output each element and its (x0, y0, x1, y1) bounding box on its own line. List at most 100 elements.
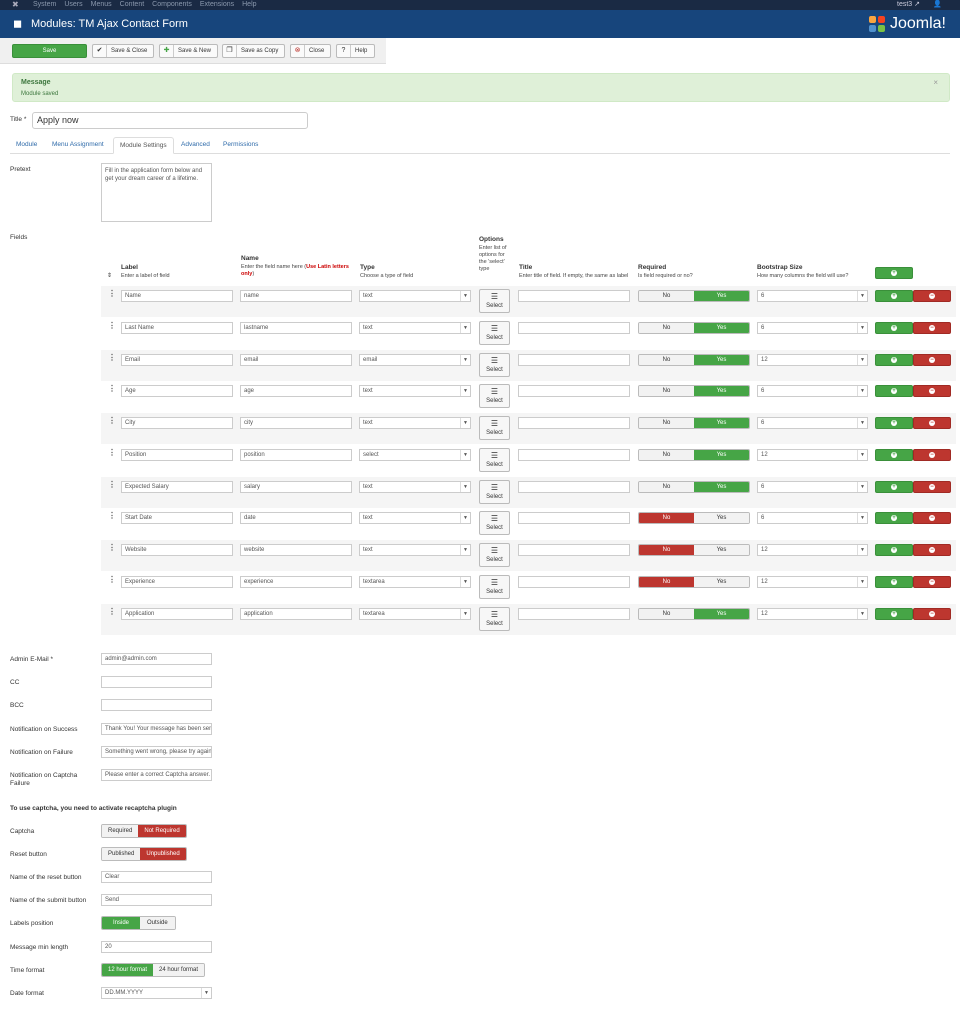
required-yes-option[interactable]: Yes (694, 354, 749, 365)
add-row-button[interactable]: + (875, 290, 913, 302)
add-row-button[interactable]: + (875, 575, 913, 588)
required-yes-option[interactable]: Yes (694, 513, 749, 524)
field-type-select[interactable]: text ▼ (359, 290, 471, 302)
bootstrap-size-select[interactable]: 12 ▼ (757, 607, 868, 620)
bcc-input[interactable] (101, 699, 212, 711)
add-row-button[interactable]: + (875, 480, 913, 493)
add-row-button[interactable]: + (875, 607, 913, 620)
user-icon[interactable]: 👤 (933, 1, 942, 9)
field-type-select[interactable]: text ▼ (359, 417, 471, 429)
drag-handle-icon[interactable]: ⋮ (108, 290, 116, 298)
options-select-button[interactable]: ☰ Select (479, 606, 510, 631)
field-title-input[interactable] (518, 575, 630, 588)
time-24h-option[interactable]: 24 hour format (153, 964, 205, 976)
remove-row-button[interactable]: − (913, 512, 951, 525)
field-label-input[interactable]: Expected Salary (121, 480, 233, 493)
required-yes-option[interactable]: Yes (694, 608, 749, 619)
notify-captcha-input[interactable]: Please enter a correct Captcha answer. (101, 769, 212, 781)
required-yes-option[interactable]: Yes (694, 386, 749, 397)
field-label-input[interactable]: Experience (121, 575, 233, 588)
add-row-button[interactable]: + (875, 448, 913, 461)
drag-handle-icon[interactable]: ⋮ (108, 480, 116, 489)
remove-row-button[interactable]: − (913, 417, 951, 429)
add-row-button[interactable]: + (875, 353, 913, 366)
field-name-input[interactable]: city (240, 417, 352, 429)
field-label-input[interactable]: Application (121, 607, 233, 620)
bootstrap-size-select[interactable]: 6 ▼ (757, 417, 868, 429)
field-label-input[interactable]: City (121, 417, 233, 429)
field-title-input[interactable] (518, 480, 630, 493)
close-button[interactable]: ⊗ Close (290, 44, 331, 58)
field-name-input[interactable]: age (240, 385, 352, 398)
menu-components[interactable]: Components (152, 1, 192, 9)
bootstrap-size-select[interactable]: 12 ▼ (757, 353, 868, 366)
field-type-select[interactable]: select ▼ (359, 448, 471, 461)
drag-handle-icon[interactable]: ⋮ (108, 385, 116, 393)
menu-menus[interactable]: Menus (91, 1, 112, 9)
admin-email-input[interactable]: admin@admin.com (101, 653, 212, 665)
notify-success-input[interactable]: Thank You! Your message has been sent. (101, 723, 212, 735)
field-title-input[interactable] (518, 290, 630, 302)
field-title-input[interactable] (518, 321, 630, 334)
bootstrap-size-select[interactable]: 6 ▼ (757, 321, 868, 334)
tab-menu-assignment[interactable]: Menu Assignment (46, 137, 110, 154)
required-no-option[interactable]: No (639, 354, 694, 365)
remove-row-button[interactable]: − (913, 321, 951, 334)
field-title-input[interactable] (518, 448, 630, 461)
date-format-select[interactable]: DD.MM.YYYY ▼ (101, 987, 212, 999)
required-no-option[interactable]: No (639, 449, 694, 460)
field-label-input[interactable]: Last Name (121, 321, 233, 334)
required-yes-option[interactable]: Yes (694, 576, 749, 587)
remove-row-button[interactable]: − (913, 607, 951, 620)
required-no-option[interactable]: No (639, 291, 694, 301)
bootstrap-size-select[interactable]: 12 ▼ (757, 544, 868, 556)
field-name-input[interactable]: experience (240, 575, 352, 588)
joomla-menu-icon[interactable]: ✖ (12, 1, 19, 9)
field-label-input[interactable]: Name (121, 290, 233, 302)
bootstrap-size-select[interactable]: 6 ▼ (757, 385, 868, 398)
tab-module-settings[interactable]: Module Settings (113, 137, 174, 154)
field-type-select[interactable]: email ▼ (359, 353, 471, 366)
required-no-option[interactable]: No (639, 418, 694, 428)
save-button[interactable]: Save (12, 44, 87, 58)
required-no-option[interactable]: No (639, 386, 694, 397)
drag-handle-icon[interactable]: ⋮ (108, 512, 116, 520)
required-no-option[interactable]: No (639, 481, 694, 492)
labels-outside-option[interactable]: Outside (140, 917, 175, 929)
remove-row-button[interactable]: − (913, 290, 951, 302)
remove-row-button[interactable]: − (913, 448, 951, 461)
field-label-input[interactable]: Website (121, 544, 233, 556)
options-select-button[interactable]: ☰ Select (479, 320, 510, 345)
options-select-button[interactable]: ☰ Select (479, 416, 510, 440)
bootstrap-size-select[interactable]: 6 ▼ (757, 512, 868, 525)
field-name-input[interactable]: position (240, 448, 352, 461)
field-type-select[interactable]: text ▼ (359, 385, 471, 398)
menu-extensions[interactable]: Extensions (200, 1, 234, 9)
field-type-select[interactable]: textarea ▼ (359, 575, 471, 588)
field-type-select[interactable]: text ▼ (359, 321, 471, 334)
options-select-button[interactable]: ☰ Select (479, 447, 510, 472)
menu-content[interactable]: Content (120, 1, 145, 9)
add-field-button[interactable]: + (875, 267, 913, 279)
field-name-input[interactable]: email (240, 353, 352, 366)
remove-row-button[interactable]: − (913, 544, 951, 556)
reset-published-option[interactable]: Published (102, 848, 141, 860)
save-copy-button[interactable]: ❐ Save as Copy (222, 44, 285, 58)
field-name-input[interactable]: name (240, 290, 352, 302)
add-row-button[interactable]: + (875, 385, 913, 398)
options-select-button[interactable]: ☰ Select (479, 352, 510, 377)
field-type-select[interactable]: text ▼ (359, 480, 471, 493)
required-yes-option[interactable]: Yes (694, 418, 749, 428)
required-yes-option[interactable]: Yes (694, 545, 749, 555)
drag-handle-icon[interactable]: ⋮ (108, 575, 116, 584)
bootstrap-size-select[interactable]: 6 ▼ (757, 480, 868, 493)
drag-handle-icon[interactable]: ⋮ (108, 448, 116, 457)
add-row-button[interactable]: + (875, 321, 913, 334)
field-title-input[interactable] (518, 417, 630, 429)
notify-failure-input[interactable]: Something went wrong, please try again. (101, 746, 212, 758)
reset-name-input[interactable]: Clear (101, 871, 212, 883)
cc-input[interactable] (101, 676, 212, 688)
required-yes-option[interactable]: Yes (694, 322, 749, 333)
min-length-input[interactable]: 20 (101, 941, 212, 953)
bootstrap-size-select[interactable]: 12 ▼ (757, 575, 868, 588)
